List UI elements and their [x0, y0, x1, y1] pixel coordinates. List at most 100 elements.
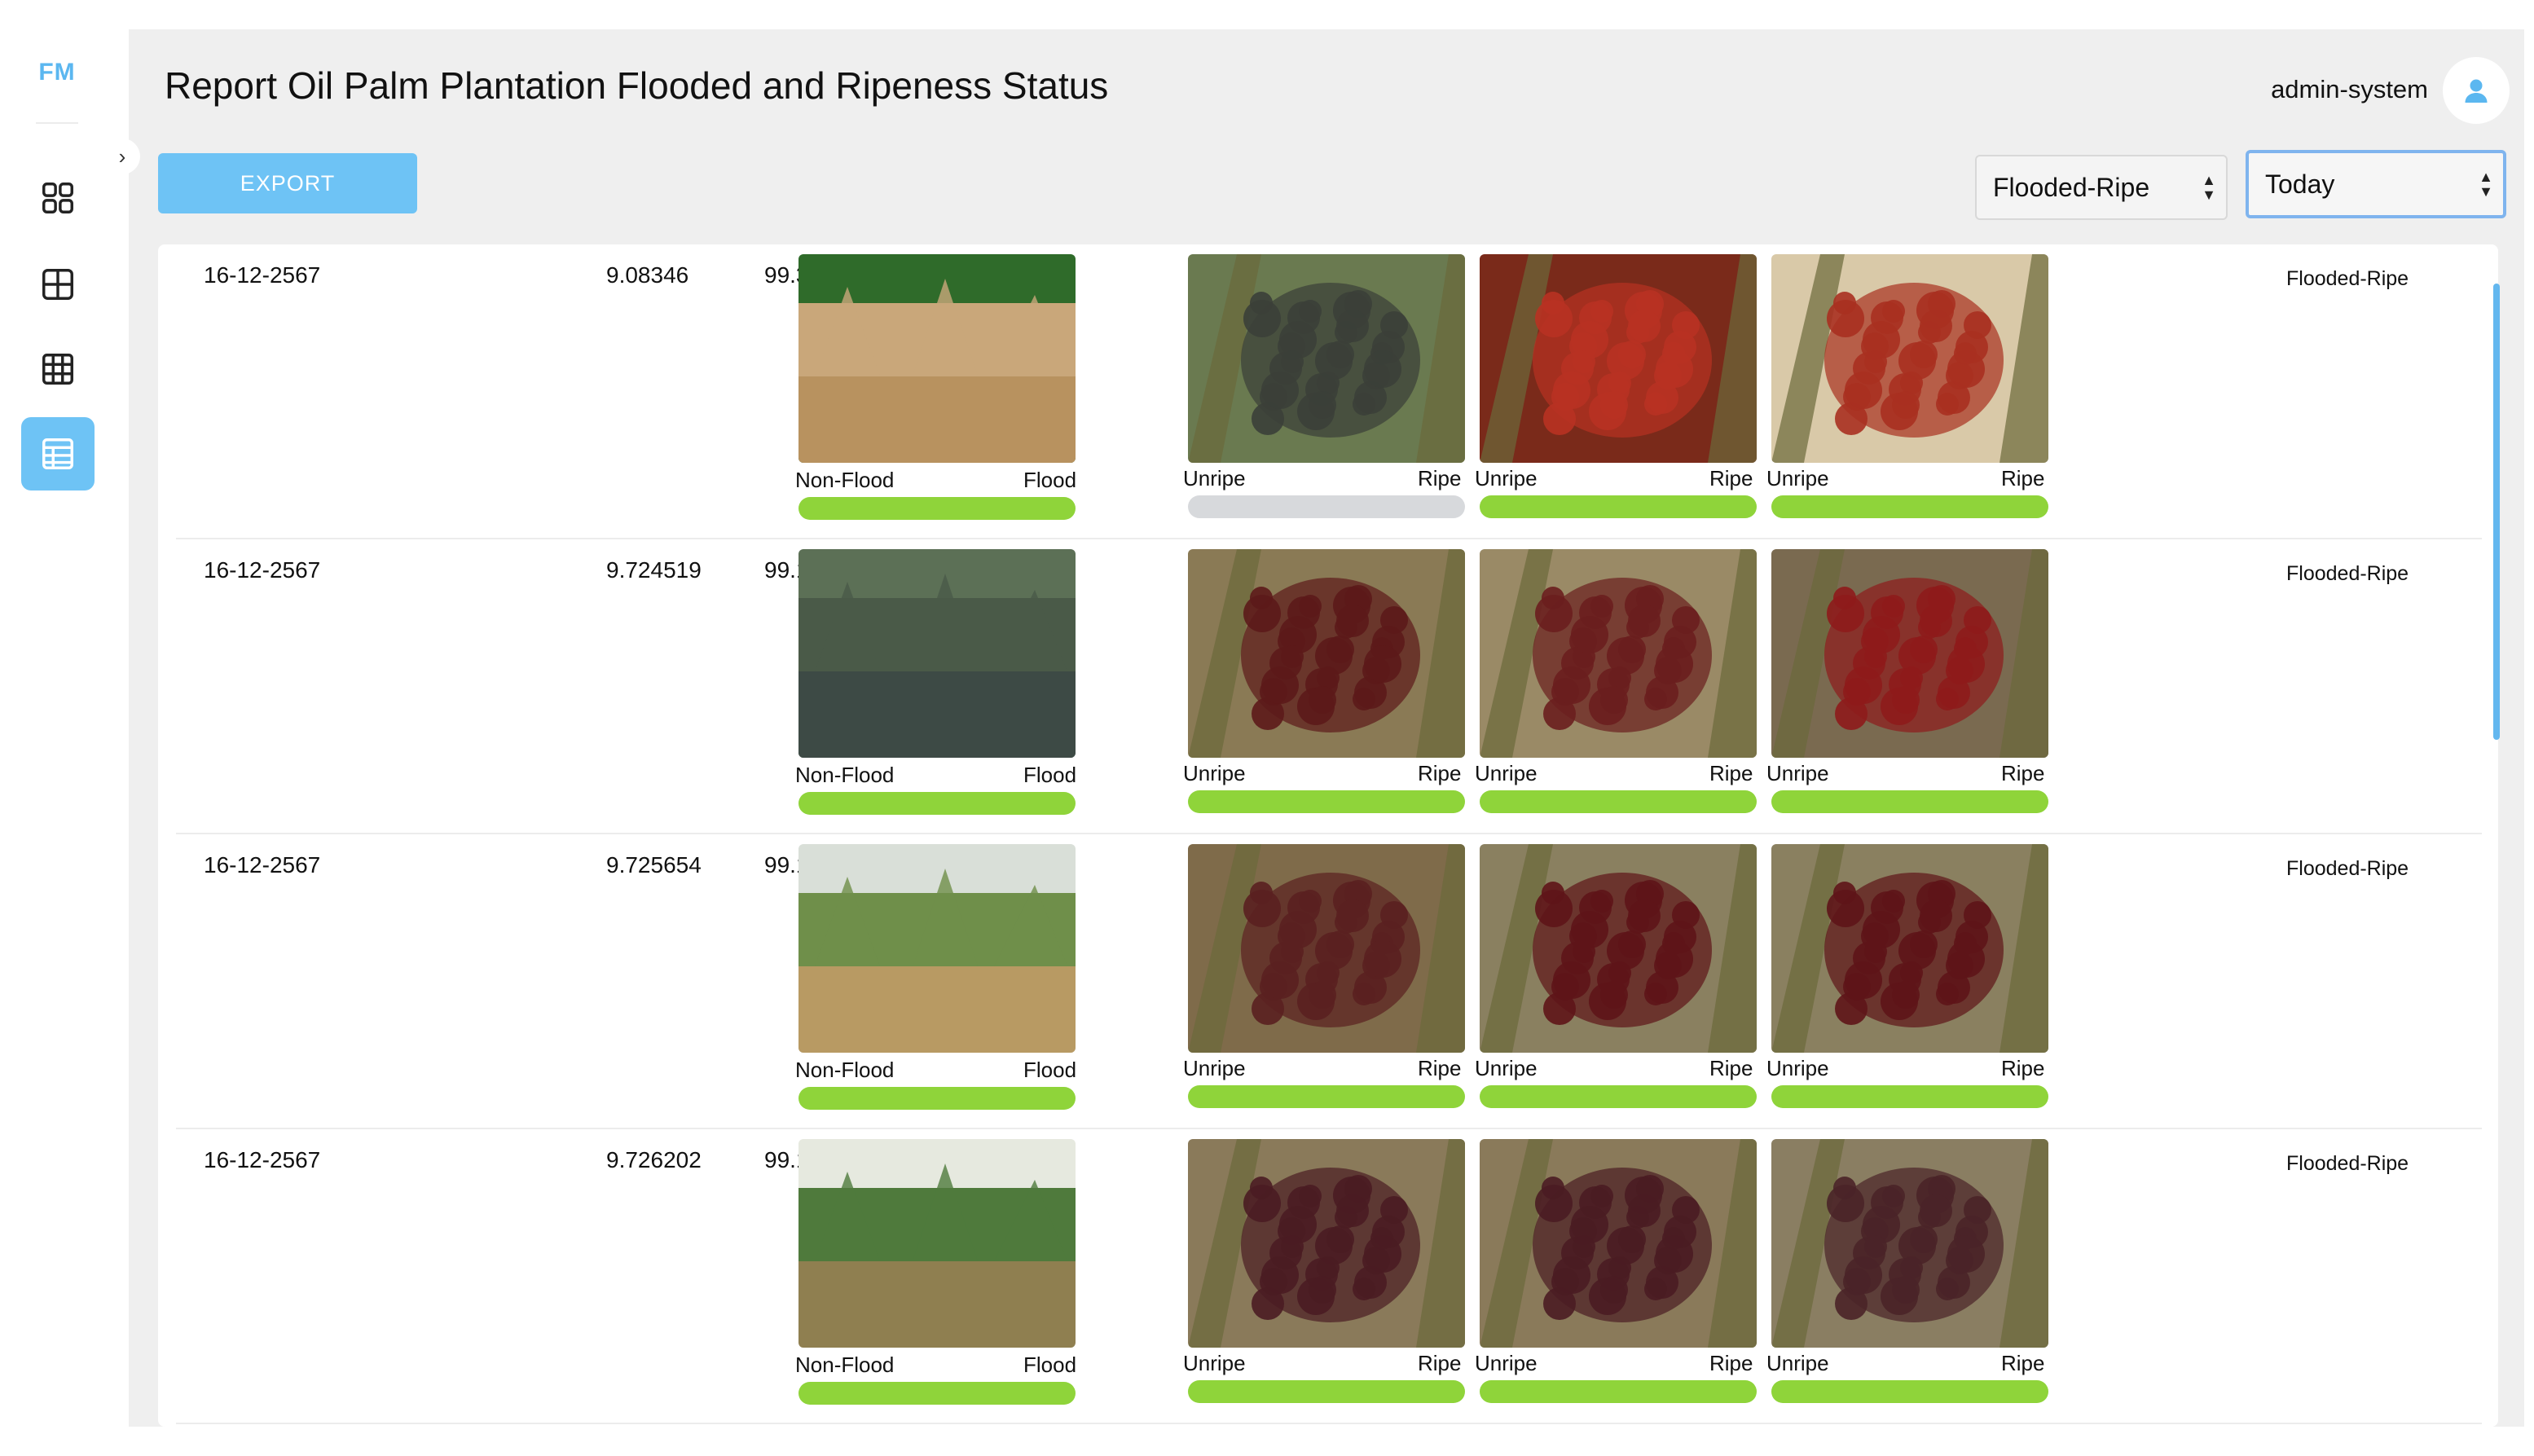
fruit-photo[interactable]: [1188, 254, 1465, 463]
select-arrows-icon: ▲ ▼: [2202, 172, 2216, 203]
sidebar-item-report[interactable]: [21, 417, 95, 490]
fruit-photo[interactable]: [1188, 844, 1465, 1053]
ripeness-probability-bar: [1188, 1380, 1465, 1403]
status-cell: Flooded-Ripe: [2286, 267, 2409, 290]
chevron-right-icon: ›: [118, 143, 126, 169]
status-cell: Flooded-Ripe: [2286, 1152, 2409, 1175]
flood-photo[interactable]: [798, 254, 1076, 463]
table-row[interactable]: 16-12-25679.0834699.3726Flooded-Ripe Non…: [176, 244, 2482, 539]
ripeness-right-label: Ripe: [1418, 1351, 1462, 1375]
sidebar-item-grid[interactable]: [21, 248, 95, 321]
ripeness-probability-bar: [1188, 1085, 1465, 1108]
ripeness-right-label: Ripe: [1418, 761, 1462, 785]
status-filter-select[interactable]: Flooded-Ripe ▲ ▼: [1975, 155, 2228, 220]
flood-right-label: Flood: [1023, 468, 1077, 492]
select-arrows-icon: ▲ ▼: [2479, 169, 2493, 200]
report-table: 16-12-25679.0834699.3726Flooded-Ripe Non…: [158, 244, 2498, 1427]
flood-right-label: Flood: [1023, 763, 1077, 787]
app-logo[interactable]: FM: [0, 59, 114, 86]
date-cell: 16-12-2567: [204, 557, 321, 583]
ripeness-right-label: Ripe: [2001, 1351, 2045, 1375]
ripeness-left-label: Unripe: [1766, 466, 1829, 490]
table-row[interactable]: 16-12-25679.72620299.121079Flooded-Ripe …: [176, 1129, 2482, 1424]
fruit-photo[interactable]: [1480, 1139, 1757, 1348]
grid-icon: [42, 269, 73, 300]
ripeness-left-label: Unripe: [1183, 466, 1246, 490]
flood-photo[interactable]: [798, 1139, 1076, 1348]
user-icon: [2465, 79, 2488, 103]
fruit-photo[interactable]: [1480, 254, 1757, 463]
status-cell: Flooded-Ripe: [2286, 562, 2409, 585]
flood-probability-bar: [798, 792, 1076, 815]
ripeness-probability-bar: [1771, 495, 2048, 518]
ripeness-probability-bar: [1188, 495, 1465, 518]
flood-left-label: Non-Flood: [795, 468, 895, 492]
date-range-value: Today: [2265, 169, 2335, 199]
ripeness-probability-bar: [1480, 1380, 1757, 1403]
fruit-photo[interactable]: [1771, 549, 2048, 758]
ripeness-probability-bar: [1480, 790, 1757, 813]
ripeness-right-label: Ripe: [1709, 466, 1753, 490]
sidebar-toggle-button[interactable]: ›: [104, 139, 140, 174]
ripeness-left-label: Unripe: [1766, 1056, 1829, 1080]
page-title: Report Oil Palm Plantation Flooded and R…: [165, 64, 1109, 107]
ripeness-probability-bar: [1771, 790, 2048, 813]
ripeness-probability-bar: [1480, 1085, 1757, 1108]
dashboard-icon: [42, 183, 73, 213]
ripeness-left-label: Unripe: [1183, 761, 1246, 785]
ripeness-right-label: Ripe: [1418, 1056, 1462, 1080]
flood-photo[interactable]: [798, 844, 1076, 1053]
ripeness-left-label: Unripe: [1183, 1351, 1246, 1375]
vertical-scrollbar[interactable]: [2493, 284, 2500, 740]
fruit-photo[interactable]: [1188, 1139, 1465, 1348]
ripeness-right-label: Ripe: [2001, 1056, 2045, 1080]
fruit-photo[interactable]: [1771, 254, 2048, 463]
date-cell: 16-12-2567: [204, 852, 321, 878]
latitude-cell: 9.724519: [606, 557, 702, 583]
ripeness-left-label: Unripe: [1475, 466, 1538, 490]
fruit-photo[interactable]: [1480, 844, 1757, 1053]
latitude-cell: 9.726202: [606, 1147, 702, 1172]
flood-probability-bar: [798, 1087, 1076, 1110]
sidebar: FM: [0, 0, 114, 1456]
ripeness-left-label: Unripe: [1183, 1056, 1246, 1080]
date-cell: 16-12-2567: [204, 1147, 321, 1172]
ripeness-left-label: Unripe: [1475, 1056, 1538, 1080]
sidebar-item-table[interactable]: [21, 332, 95, 406]
latitude-cell: 9.725654: [606, 852, 702, 878]
ripeness-right-label: Ripe: [1418, 466, 1462, 490]
fruit-photo[interactable]: [1188, 549, 1465, 758]
user-name[interactable]: admin-system: [2271, 75, 2428, 104]
ripeness-right-label: Ripe: [1709, 1056, 1753, 1080]
ripeness-right-label: Ripe: [1709, 761, 1753, 785]
ripeness-right-label: Ripe: [2001, 466, 2045, 490]
ripeness-left-label: Unripe: [1475, 1351, 1538, 1375]
table-row[interactable]: 16-12-25679.72565499.123006Flooded-Ripe …: [176, 834, 2482, 1129]
fruit-photo[interactable]: [1480, 549, 1757, 758]
flood-right-label: Flood: [1023, 1353, 1077, 1377]
flood-right-label: Flood: [1023, 1058, 1077, 1082]
avatar[interactable]: [2443, 57, 2510, 124]
export-button[interactable]: EXPORT: [158, 153, 417, 213]
ripeness-probability-bar: [1188, 790, 1465, 813]
status-filter-value: Flooded-Ripe: [1993, 172, 2150, 202]
logo-divider: [36, 122, 78, 124]
report-table-icon: [42, 438, 73, 469]
ripeness-probability-bar: [1771, 1085, 2048, 1108]
table-row[interactable]: 16-12-25679.72451999.122877Flooded-Ripe …: [176, 539, 2482, 834]
table-icon: [42, 354, 73, 385]
ripeness-right-label: Ripe: [2001, 761, 2045, 785]
flood-photo[interactable]: [798, 549, 1076, 758]
sidebar-item-dashboard[interactable]: [21, 161, 95, 235]
ripeness-left-label: Unripe: [1475, 761, 1538, 785]
status-cell: Flooded-Ripe: [2286, 857, 2409, 880]
date-cell: 16-12-2567: [204, 262, 321, 288]
flood-left-label: Non-Flood: [795, 1353, 895, 1377]
ripeness-left-label: Unripe: [1766, 761, 1829, 785]
flood-left-label: Non-Flood: [795, 1058, 895, 1082]
date-range-select[interactable]: Today ▲ ▼: [2246, 150, 2506, 218]
flood-probability-bar: [798, 1382, 1076, 1405]
fruit-photo[interactable]: [1771, 844, 2048, 1053]
ripeness-right-label: Ripe: [1709, 1351, 1753, 1375]
fruit-photo[interactable]: [1771, 1139, 2048, 1348]
